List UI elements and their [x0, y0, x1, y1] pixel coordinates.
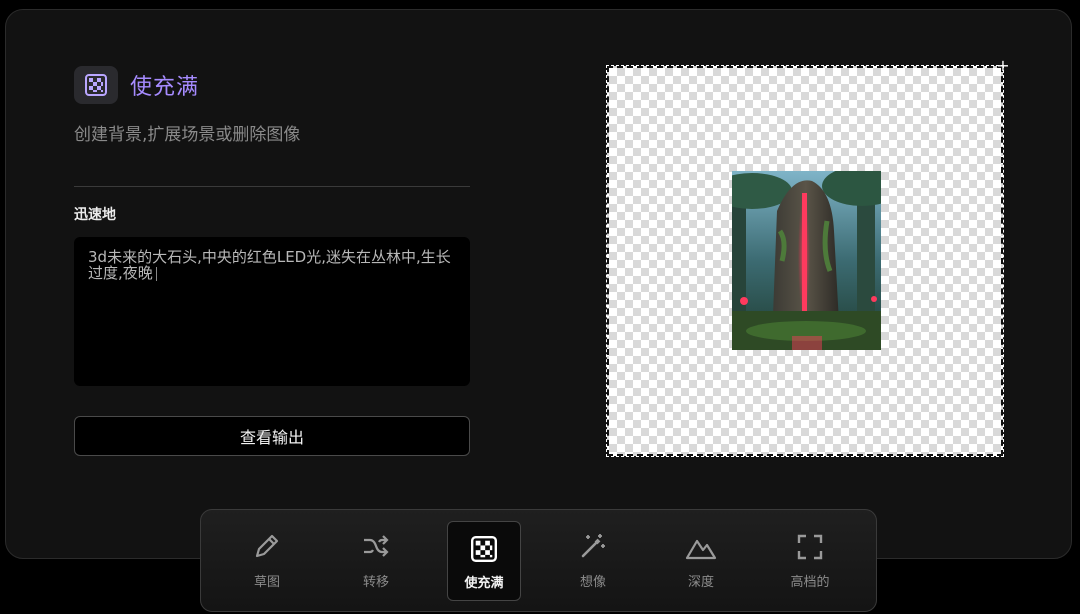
- pencil-icon: [255, 534, 279, 558]
- tool-imagine[interactable]: 想像: [556, 521, 630, 601]
- checkerboard-icon: [85, 74, 107, 96]
- expand-icon: [797, 534, 823, 560]
- tool-label: 转移: [362, 575, 389, 590]
- tool-label: 深度: [687, 575, 714, 590]
- jungle-stone-image: [732, 171, 881, 350]
- divider: [74, 186, 470, 187]
- mode-subtitle: 创建背景,扩展场景或删除图像: [74, 125, 301, 145]
- mode-toolbar: 草图 转移 使充满 想像 深度 高档的: [200, 509, 877, 612]
- prompt-input[interactable]: 3d未来的大石头,中央的红色LED光,迷失在丛林中,生长过度,夜晚: [74, 237, 470, 386]
- tool-fill[interactable]: 使充满: [447, 521, 521, 601]
- tool-sketch[interactable]: 草图: [230, 521, 304, 601]
- checkerboard-icon: [471, 536, 497, 562]
- magic-wand-icon: [581, 534, 605, 558]
- tool-label: 使充满: [464, 576, 504, 591]
- resize-handle-icon[interactable]: +: [995, 58, 1011, 74]
- tool-label: 高档的: [790, 575, 830, 590]
- prompt-label: 迅速地: [74, 207, 116, 223]
- tool-label: 草图: [253, 575, 280, 590]
- mountain-icon: [685, 539, 717, 560]
- tool-upscale[interactable]: 高档的: [773, 521, 847, 601]
- view-output-button[interactable]: 查看输出: [74, 416, 470, 456]
- tool-label: 想像: [579, 575, 606, 590]
- tool-depth[interactable]: 深度: [664, 521, 738, 601]
- mode-title: 使充满: [130, 75, 200, 100]
- text-caret: [155, 266, 157, 281]
- prompt-text: 3d未来的大石头,中央的红色LED光,迷失在丛林中,生长过度,夜晚: [88, 248, 451, 282]
- shuffle-icon: [364, 535, 389, 557]
- mode-icon-badge: [74, 66, 118, 104]
- tool-transfer[interactable]: 转移: [339, 521, 413, 601]
- source-image[interactable]: [732, 171, 881, 350]
